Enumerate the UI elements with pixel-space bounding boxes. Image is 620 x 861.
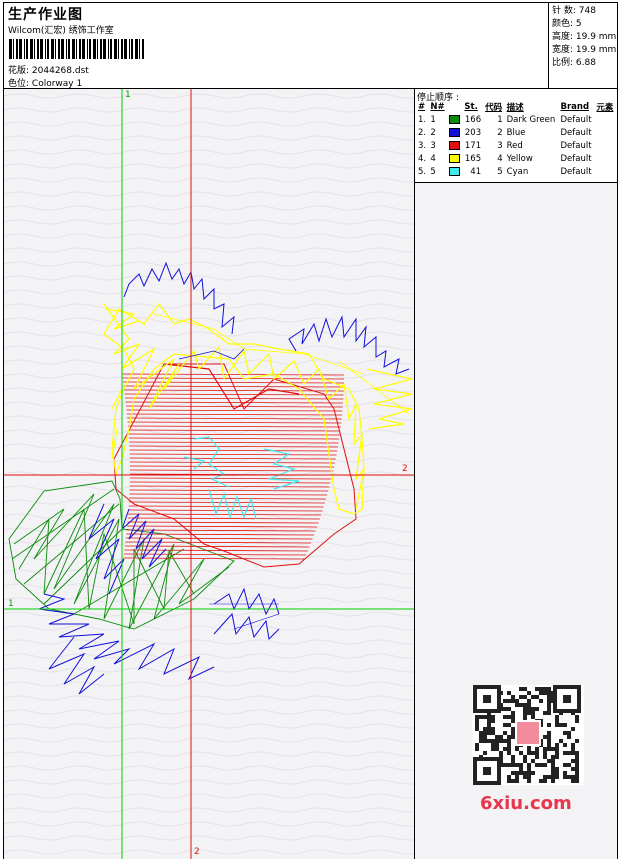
row-stitches: 171: [464, 140, 482, 151]
stop-sequence-row: 4. 4 165 4 Yellow Default: [416, 152, 616, 165]
row-description: Red: [506, 140, 523, 151]
color-swatch: [447, 126, 462, 139]
row-index: 1.: [418, 114, 427, 125]
row-description: Yellow: [506, 153, 533, 164]
row-stitches: 165: [464, 153, 482, 164]
row-index: 5.: [418, 166, 427, 177]
row-code: 1: [497, 114, 503, 125]
row-stitches: 166: [464, 114, 482, 125]
row-brand: Default: [560, 166, 592, 177]
design-height: 高度: 19.9 mm: [552, 32, 617, 42]
design-row: 花版: 2044268.dst: [8, 63, 89, 76]
stop-sequence-table: # N# St. 代码 描述 Brand 元素 1. 1 166 1 Dark Gree…: [416, 101, 616, 178]
color-swatch-chip: [449, 153, 461, 163]
row-description: Dark Green: [506, 114, 556, 125]
row-stitches: 203: [464, 127, 482, 138]
header-brand: Brand: [560, 102, 590, 112]
row-code: 2: [497, 127, 503, 138]
color-swatch: [447, 165, 462, 178]
studio-name: Wilcom(汇宏) 绣饰工作室: [8, 26, 114, 36]
header-element: 元素: [596, 103, 614, 113]
design-canvas: 1 1 2 2: [4, 89, 415, 859]
row-element: [594, 126, 616, 139]
colorway-row: 色位: Colorway 1: [8, 76, 82, 89]
row-description: Cyan: [506, 166, 529, 177]
stop-sequence-title: 停止顺序 :: [417, 93, 459, 103]
header-code: 代码: [485, 103, 503, 113]
color-count: 颜色: 5: [552, 19, 582, 29]
color-swatch: [447, 139, 462, 152]
watermark-brand: 6xiu.com: [480, 793, 572, 814]
color-swatch-chip: [449, 166, 461, 176]
stitch-count: 针 数: 748: [552, 6, 596, 16]
green-horizontal-axis-label: 1: [8, 599, 14, 609]
row-number: 1: [430, 114, 436, 125]
color-swatch-chip: [449, 114, 461, 124]
row-number: 2: [430, 127, 436, 138]
color-swatch-chip: [449, 127, 461, 137]
page-title: 生产作业图: [8, 7, 83, 23]
header-number: N#: [430, 102, 445, 112]
stop-sequence-row: 3. 3 171 3 Red Default: [416, 139, 616, 152]
row-brand: Default: [560, 153, 592, 164]
row-brand: Default: [560, 140, 592, 151]
design-stats: 针 数: 748 颜色: 5 高度: 19.9 mm 宽度: 19.9 mm 比…: [548, 3, 617, 89]
row-code: 4: [497, 153, 503, 164]
design-label: 花版:: [8, 66, 30, 76]
colorway-label: 色位:: [8, 79, 30, 89]
row-number: 3: [430, 140, 436, 151]
red-horizontal-axis-label: 2: [402, 464, 408, 474]
color-swatch: [447, 152, 462, 165]
row-stitches: 41: [470, 166, 482, 177]
row-index: 2.: [418, 127, 427, 138]
design-scale: 比例: 6.88: [552, 58, 596, 68]
row-description: Blue: [506, 127, 526, 138]
worksheet-frame: 生产作业图 Wilcom(汇宏) 绣饰工作室 花版: 2044268.dst 色…: [3, 2, 618, 859]
row-brand: Default: [560, 127, 592, 138]
color-swatch: [447, 113, 462, 126]
stop-sequence-row: 2. 2 203 2 Blue Default: [416, 126, 616, 139]
stop-sequence-box: 停止顺序 : # N# St. 代码 描述 Brand 元素 1. 1 166 1 Da…: [415, 89, 617, 183]
row-index: 4.: [418, 153, 427, 164]
header-stitches: St.: [464, 102, 478, 112]
row-element: [594, 165, 616, 178]
row-code: 5: [497, 166, 503, 177]
color-swatch-chip: [449, 140, 461, 150]
row-element: [594, 152, 616, 165]
barcode: [9, 39, 144, 59]
design-filename: 2044268.dst: [31, 66, 89, 76]
green-vertical-axis-label: 1: [125, 90, 131, 100]
design-width: 宽度: 19.9 mm: [552, 45, 617, 55]
stop-sequence-row: 5. 5 41 5 Cyan Default: [416, 165, 616, 178]
colorway-value: Colorway 1: [31, 79, 83, 89]
row-code: 3: [497, 140, 503, 151]
red-vertical-axis-label: 2: [194, 847, 200, 857]
embroidery-preview: [4, 89, 414, 859]
row-brand: Default: [560, 114, 592, 125]
header-description: 描述: [506, 103, 524, 113]
stop-sequence-row: 1. 1 166 1 Dark Green Default: [416, 113, 616, 126]
row-element: [594, 113, 616, 126]
row-number: 5: [430, 166, 436, 177]
row-number: 4: [430, 153, 436, 164]
row-element: [594, 139, 616, 152]
row-index: 3.: [418, 140, 427, 151]
worksheet-header: 生产作业图 Wilcom(汇宏) 绣饰工作室 花版: 2044268.dst 色…: [4, 3, 617, 89]
qr-code: [472, 685, 584, 785]
